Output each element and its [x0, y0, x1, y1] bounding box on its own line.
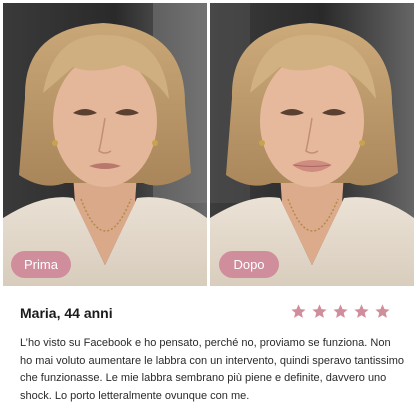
star-icon: [291, 304, 306, 318]
review-card: Maria, 44 anni L’ho visto su Facebook e …: [0, 286, 416, 416]
after-photo-image: [210, 3, 414, 286]
after-photo: Dopo: [210, 3, 414, 286]
reviewer-name: Maria, 44 anni: [20, 305, 113, 321]
star-icon: [375, 304, 390, 318]
before-photo: Prima: [3, 3, 207, 286]
before-label: Prima: [11, 251, 71, 278]
review-text: L’ho visto su Facebook e ho pensato, per…: [20, 337, 405, 402]
star-icon: [333, 304, 348, 318]
rating-stars: [290, 303, 391, 320]
star-icon: [312, 304, 327, 318]
after-label: Dopo: [219, 251, 279, 278]
before-after-photos: Prima Dopo: [0, 0, 416, 286]
before-photo-image: [3, 3, 207, 286]
star-icon: [354, 304, 369, 318]
